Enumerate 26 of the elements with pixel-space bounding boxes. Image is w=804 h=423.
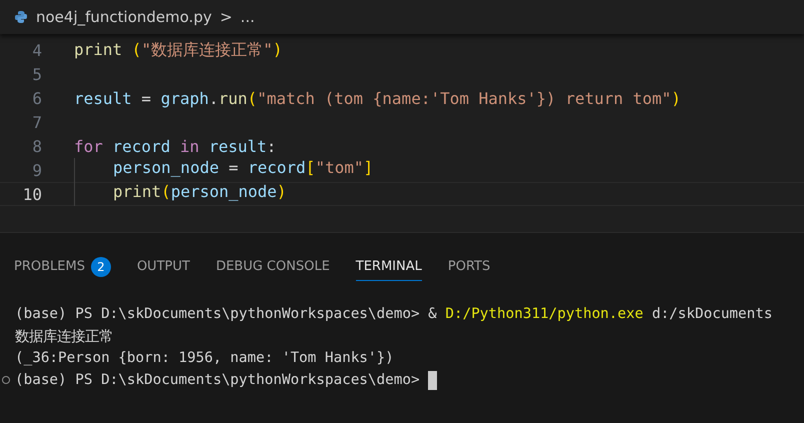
line-number: 10 — [22, 184, 42, 204]
line-number: 4 — [31, 40, 42, 60]
code-line: for record in result: — [74, 136, 276, 156]
panel-tab[interactable]: TERMINAL — [356, 253, 422, 281]
python-file-icon — [14, 10, 28, 24]
panel-tab[interactable]: OUTPUT — [136, 253, 190, 281]
panel-tab[interactable]: PROBLEMS 2 — [14, 253, 111, 281]
terminal-line: 数据库连接正常 — [15, 328, 113, 346]
file-name[interactable]: noe4j_functiondemo.py — [36, 8, 212, 26]
line-number: 5 — [31, 64, 42, 84]
panel-tab[interactable]: PORTS — [448, 253, 490, 281]
line-number: 7 — [31, 112, 42, 132]
code-line: print(person_node) — [113, 182, 286, 203]
line-number: 6 — [31, 88, 42, 108]
terminal-line: (base) PS D:\skDocuments\pythonWorkspaces\demo> — [15, 372, 421, 388]
count-badge: 2 — [90, 256, 111, 276]
breadcrumb-more[interactable]: ... — [240, 8, 255, 26]
breadcrumb-separator: > — [220, 8, 232, 26]
line-number: 8 — [31, 136, 42, 156]
panel-tab[interactable]: DEBUG CONSOLE — [216, 253, 330, 281]
line-number: 9 — [31, 160, 42, 180]
code-line: result = graph.run("match (tom {name:'Tom Hanks'}) return tom") — [74, 88, 681, 108]
terminal-line: (_36:Person {born: 1956, name: 'Tom Hanks'}) — [15, 350, 394, 366]
code-line: person_node = record["tom"] — [113, 158, 374, 179]
code-line: print ("数据库连接正常") — [74, 40, 282, 60]
terminal-line: (base) PS D:\skDocuments\pythonWorkspaces\demo> & D:/Python311/python.exe d:/skDocuments — [15, 306, 772, 322]
